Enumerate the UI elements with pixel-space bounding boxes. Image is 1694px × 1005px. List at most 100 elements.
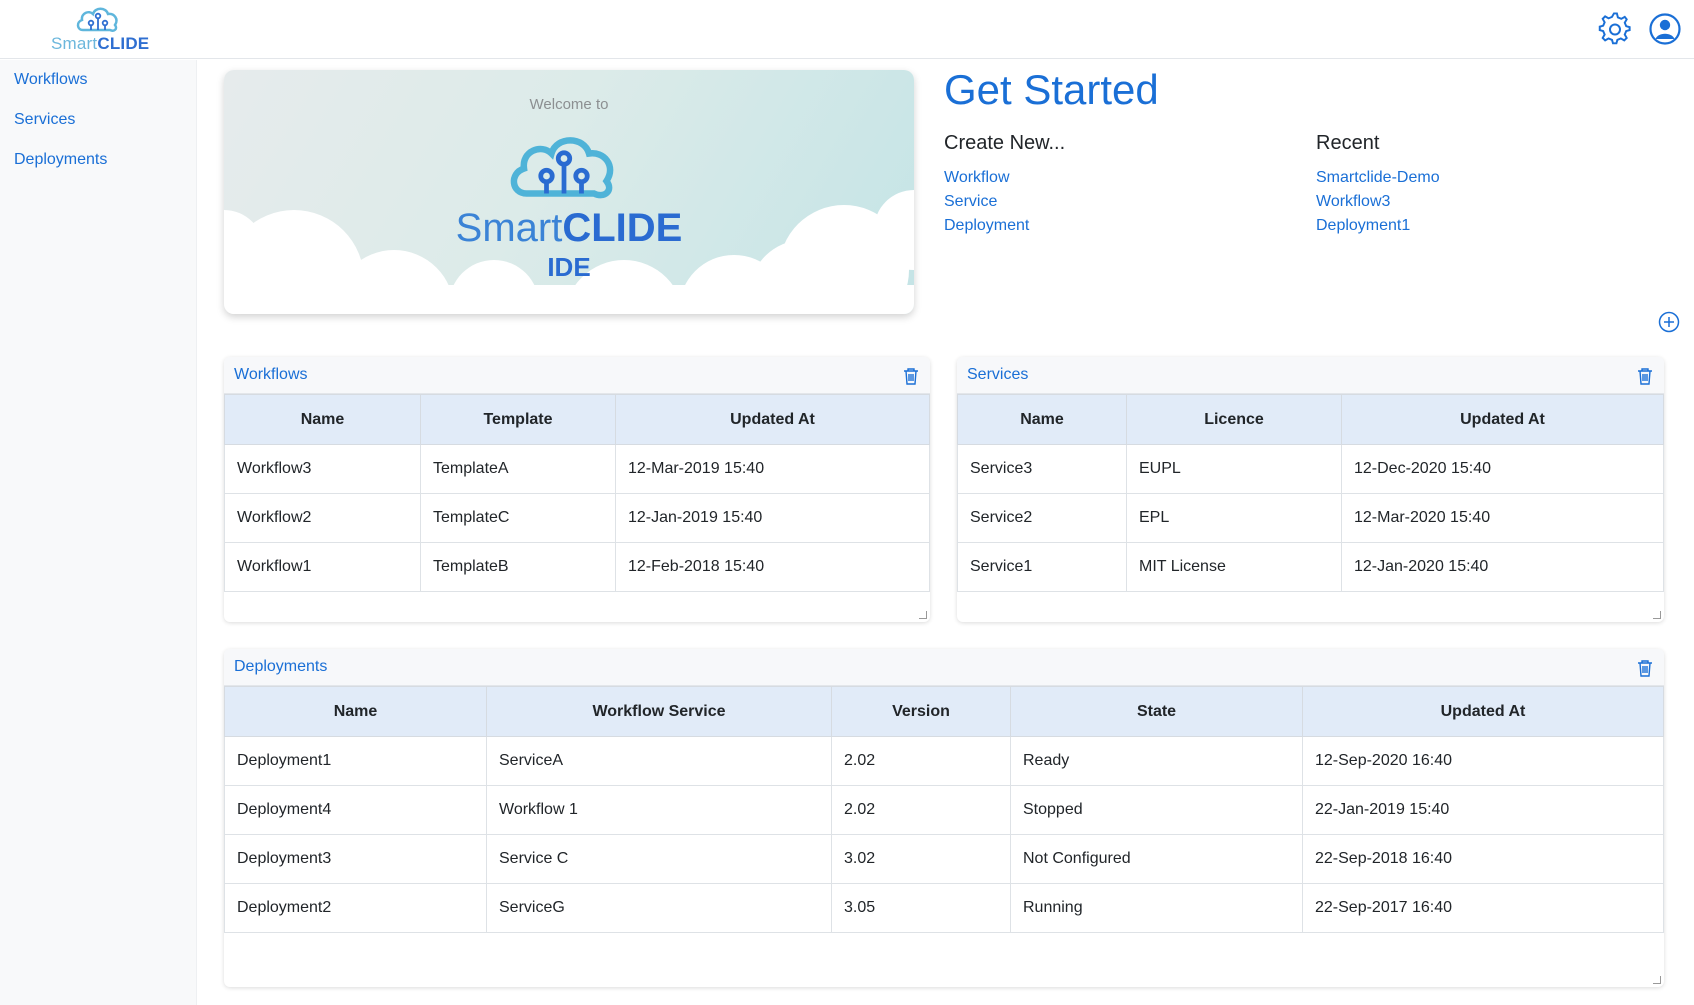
trash-icon[interactable]: [902, 366, 920, 386]
welcome-subtitle: IDE: [547, 252, 591, 282]
recent-item-link[interactable]: Workflow3: [1316, 193, 1390, 211]
table-cell: MIT License: [1126, 542, 1342, 592]
logo-text-clide: CLIDE: [97, 34, 150, 53]
table-row[interactable]: Service3 EUPL 12-Dec-2020 15:40: [957, 444, 1664, 494]
app-logo[interactable]: SmartCLIDE: [48, 4, 150, 56]
brand-clide: CLIDE: [562, 206, 683, 250]
table-cell: Not Configured: [1010, 834, 1303, 884]
table-cell: 22-Sep-2017 16:40: [1302, 883, 1664, 933]
table-cell: Service3: [957, 444, 1127, 494]
user-icon: [1649, 13, 1681, 45]
table-cell: TemplateC: [420, 493, 616, 543]
table-cell: Deployment3: [224, 834, 487, 884]
table-cell: Workflow 1: [486, 785, 832, 835]
logo-text-smart: Smart: [51, 34, 98, 53]
column-header[interactable]: Updated At: [1302, 686, 1664, 737]
table-row[interactable]: Deployment2 ServiceG 3.05 Running 22-Sep…: [224, 883, 1664, 933]
recent-item-link[interactable]: Smartclide-Demo: [1316, 169, 1440, 187]
user-profile-button[interactable]: [1648, 12, 1682, 46]
sidebar-item-deployments[interactable]: Deployments: [14, 151, 107, 169]
column-header[interactable]: Workflow Service: [486, 686, 832, 737]
deployments-panel: Deployments Name Workflow Service Versio…: [224, 649, 1664, 987]
recent-heading: Recent: [1316, 132, 1380, 154]
workflows-table: Name Template Updated At Workflow3 Templ…: [224, 394, 930, 592]
table-cell: 2.02: [831, 736, 1011, 786]
table-cell: ServiceA: [486, 736, 832, 786]
column-header[interactable]: Name: [957, 394, 1127, 445]
table-row[interactable]: Workflow3 TemplateA 12-Mar-2019 15:40: [224, 444, 930, 494]
table-cell: EPL: [1126, 493, 1342, 543]
table-cell: Workflow3: [224, 444, 421, 494]
table-cell: 3.05: [831, 883, 1011, 933]
table-cell: 2.02: [831, 785, 1011, 835]
table-cell: Running: [1010, 883, 1303, 933]
sidebar-item-workflows[interactable]: Workflows: [14, 71, 88, 89]
table-cell: 12-Jan-2019 15:40: [615, 493, 930, 543]
table-row[interactable]: Service1 MIT License 12-Jan-2020 15:40: [957, 542, 1664, 592]
table-cell: Service C: [486, 834, 832, 884]
resize-handle[interactable]: [919, 611, 927, 619]
create-workflow-link[interactable]: Workflow: [944, 169, 1010, 187]
sidebar-item-services[interactable]: Services: [14, 111, 75, 129]
welcome-intro-text: Welcome to: [529, 96, 609, 113]
trash-icon[interactable]: [1636, 658, 1654, 678]
table-row[interactable]: Service2 EPL 12-Mar-2020 15:40: [957, 493, 1664, 543]
workflows-panel: Workflows Name Template Updated At Workf…: [224, 357, 930, 622]
table-cell: 12-Mar-2019 15:40: [615, 444, 930, 494]
create-deployment-link[interactable]: Deployment: [944, 217, 1029, 235]
add-widget-button[interactable]: [1658, 311, 1680, 333]
table-cell: 12-Jan-2020 15:40: [1341, 542, 1664, 592]
brand-smart: Smart: [455, 206, 563, 250]
column-header[interactable]: Licence: [1126, 394, 1342, 445]
plus-circle-icon: [1658, 311, 1680, 333]
table-cell: Ready: [1010, 736, 1303, 786]
welcome-brand-text: SmartCLIDE: [224, 206, 914, 251]
cloud-logo-icon: [76, 7, 118, 32]
table-cell: Deployment2: [224, 883, 487, 933]
welcome-banner: Welcome to SmartCLIDE IDE: [224, 70, 914, 314]
resize-handle[interactable]: [1653, 611, 1661, 619]
gear-icon: [1598, 12, 1631, 45]
table-row[interactable]: Workflow1 TemplateB 12-Feb-2018 15:40: [224, 542, 930, 592]
column-header[interactable]: Version: [831, 686, 1011, 737]
table-row[interactable]: Deployment3 Service C 3.02 Not Configure…: [224, 834, 1664, 884]
table-row[interactable]: Deployment1 ServiceA 2.02 Ready 12-Sep-2…: [224, 736, 1664, 786]
logo-text: SmartCLIDE: [51, 34, 149, 54]
recent-item-link[interactable]: Deployment1: [1316, 217, 1410, 235]
panel-title: Workflows: [234, 366, 308, 383]
table-cell: 22-Jan-2019 15:40: [1302, 785, 1664, 835]
get-started-title: Get Started: [944, 66, 1159, 113]
panel-header: Deployments: [224, 649, 1664, 686]
deployments-table: Name Workflow Service Version State Upda…: [224, 686, 1664, 933]
column-header[interactable]: Updated At: [1341, 394, 1664, 445]
table-cell: Service2: [957, 493, 1127, 543]
table-cell: EUPL: [1126, 444, 1342, 494]
column-header[interactable]: Name: [224, 686, 487, 737]
table-cell: Service1: [957, 542, 1127, 592]
column-header[interactable]: State: [1010, 686, 1303, 737]
create-service-link[interactable]: Service: [944, 193, 997, 211]
table-cell: 12-Sep-2020 16:40: [1302, 736, 1664, 786]
column-header[interactable]: Updated At: [615, 394, 930, 445]
top-bar: SmartCLIDE: [0, 0, 1694, 59]
table-cell: Deployment4: [224, 785, 487, 835]
column-header[interactable]: Name: [224, 394, 421, 445]
trash-icon[interactable]: [1636, 366, 1654, 386]
table-cell: Deployment1: [224, 736, 487, 786]
table-cell: 22-Sep-2018 16:40: [1302, 834, 1664, 884]
table-cell: 12-Dec-2020 15:40: [1341, 444, 1664, 494]
resize-handle[interactable]: [1653, 976, 1661, 984]
table-cell: TemplateB: [420, 542, 616, 592]
services-panel: Services Name Licence Updated At Service…: [957, 357, 1664, 622]
panel-header: Services: [957, 357, 1664, 394]
settings-button[interactable]: [1598, 12, 1632, 46]
create-new-heading: Create New...: [944, 132, 1066, 154]
table-row[interactable]: Workflow2 TemplateC 12-Jan-2019 15:40: [224, 493, 930, 543]
cloud-logo-icon: [510, 137, 614, 199]
table-cell: Workflow2: [224, 493, 421, 543]
column-header[interactable]: Template: [420, 394, 616, 445]
table-row[interactable]: Deployment4 Workflow 1 2.02 Stopped 22-J…: [224, 785, 1664, 835]
services-table: Name Licence Updated At Service3 EUPL 12…: [957, 394, 1664, 592]
panel-header: Workflows: [224, 357, 930, 394]
table-cell: ServiceG: [486, 883, 832, 933]
